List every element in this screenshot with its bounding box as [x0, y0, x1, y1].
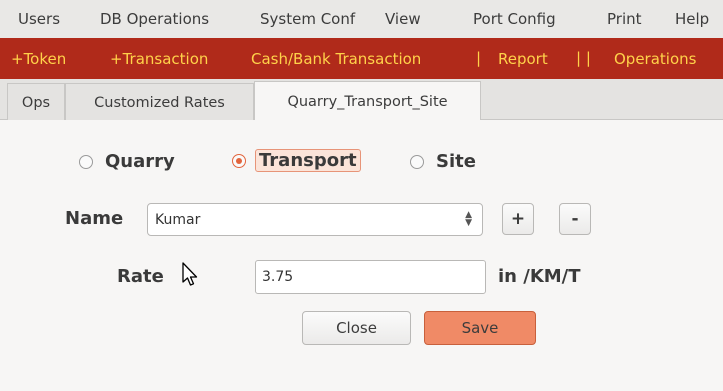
rate-input[interactable]: 3.75	[255, 260, 486, 294]
menu-bar: Users DB Operations System Conf View Por…	[0, 0, 723, 38]
menu-db-operations[interactable]: DB Operations	[100, 10, 209, 28]
remove-name-button[interactable]: -	[559, 203, 591, 235]
operations-button[interactable]: Operations	[614, 50, 696, 68]
menu-help[interactable]: Help	[675, 10, 709, 28]
spin-arrows-icon: ▲ ▼	[465, 210, 472, 228]
name-value: Kumar	[155, 211, 201, 228]
rate-value: 3.75	[262, 269, 294, 285]
name-label: Name	[65, 208, 124, 229]
action-toolbar: +Token +Transaction Cash/Bank Transactio…	[0, 38, 723, 79]
tab-quarry-transport-site[interactable]: Quarry_Transport_Site	[254, 81, 481, 121]
report-button[interactable]: Report	[498, 50, 548, 68]
add-name-button[interactable]: +	[502, 203, 534, 235]
radio-circle-selected	[232, 153, 246, 168]
menu-users[interactable]: Users	[18, 10, 60, 28]
radio-quarry[interactable]: Quarry	[79, 151, 175, 172]
radio-circle	[79, 154, 93, 169]
menu-view[interactable]: View	[385, 10, 421, 28]
tab-bar: Ops Customized Rates Quarry_Transport_Si…	[0, 79, 723, 121]
rate-unit-label: in /KM/T	[498, 266, 581, 287]
close-button[interactable]: Close	[302, 311, 411, 345]
radio-site-label: Site	[436, 151, 476, 172]
menu-port-config[interactable]: Port Config	[473, 10, 556, 28]
toolbar-separator: |	[476, 49, 482, 67]
save-button[interactable]: Save	[424, 311, 536, 345]
tab-customized-rates[interactable]: Customized Rates	[65, 83, 254, 121]
token-button[interactable]: +Token	[11, 50, 66, 68]
radio-site[interactable]: Site	[410, 151, 476, 172]
toolbar-separator: | |	[576, 49, 591, 67]
menu-print[interactable]: Print	[607, 10, 642, 28]
radio-circle	[410, 154, 424, 169]
radio-quarry-label: Quarry	[105, 151, 175, 172]
radio-transport-label: Transport	[255, 149, 361, 172]
cash-bank-transaction-button[interactable]: Cash/Bank Transaction	[251, 50, 421, 68]
menu-system-conf[interactable]: System Conf	[260, 10, 355, 28]
mouse-pointer-icon	[182, 262, 198, 286]
tab-ops[interactable]: Ops	[7, 83, 65, 121]
name-combobox[interactable]: Kumar ▲ ▼	[147, 203, 483, 236]
radio-transport[interactable]: Transport	[232, 149, 361, 172]
rate-label: Rate	[117, 266, 164, 287]
transaction-button[interactable]: +Transaction	[110, 50, 208, 68]
